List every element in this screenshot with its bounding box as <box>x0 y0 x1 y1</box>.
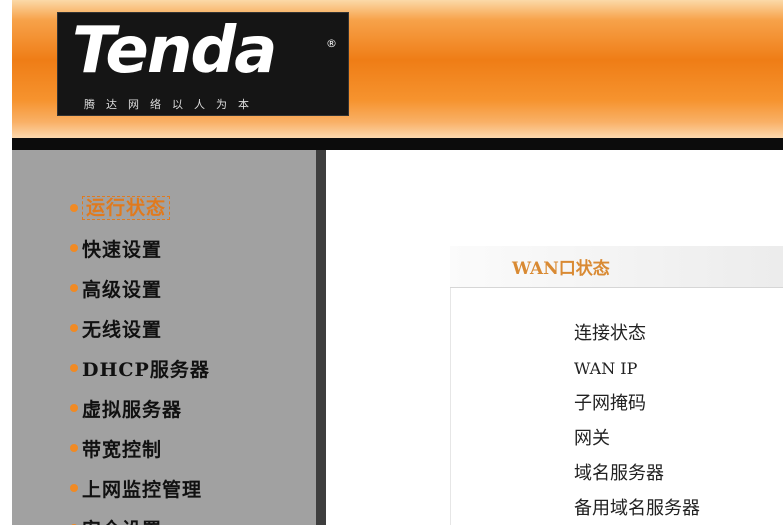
bullet-icon <box>70 364 78 372</box>
sidebar-item-advanced[interactable]: 高级设置 <box>70 268 210 308</box>
bullet-icon <box>70 324 78 332</box>
sidebar-item-security[interactable]: 安全设置 <box>70 508 210 525</box>
sidebar-item-label: 虚拟服务器 <box>82 398 183 421</box>
bullet-icon <box>70 244 78 252</box>
sidebar-item-label: 快速设置 <box>82 238 163 261</box>
sidebar-item-quick-setup[interactable]: 快速设置 <box>70 228 210 268</box>
sidebar-item-label: 上网监控管理 <box>82 478 203 501</box>
sidebar-item-label: 无线设置 <box>82 318 163 341</box>
field-backup-dns: 备用域名服务器 <box>574 498 700 519</box>
logo-slogan: 腾达网络以人为本 <box>84 98 260 111</box>
sidebar-item-label: DHCP服务器 <box>82 358 210 381</box>
panel-title: WAN口状态 <box>512 259 610 279</box>
bullet-icon <box>70 404 78 412</box>
bullet-icon <box>70 284 78 292</box>
tenda-logo: Tenda ® 腾达网络以人为本 <box>57 12 349 116</box>
sidebar-item-wireless[interactable]: 无线设置 <box>70 308 210 348</box>
logo-wordmark: Tenda <box>72 14 277 88</box>
field-connection-status: 连接状态 <box>574 323 646 344</box>
header-banner: Tenda ® 腾达网络以人为本 <box>12 0 783 138</box>
wan-field-list: 连接状态 WAN IP 子网掩码 网关 域名服务器 备用域名服务器 <box>574 316 700 525</box>
field-dns-server: 域名服务器 <box>574 463 664 484</box>
sidebar-item-label: 带宽控制 <box>82 438 163 461</box>
sidebar-item-monitoring[interactable]: 上网监控管理 <box>70 468 210 508</box>
sidebar-item-label: 安全设置 <box>82 515 162 525</box>
field-subnet-mask: 子网掩码 <box>574 393 646 414</box>
sidebar-item-virtual-server[interactable]: 虚拟服务器 <box>70 388 210 428</box>
sidebar-item-dhcp[interactable]: DHCP服务器 <box>70 348 210 388</box>
bullet-icon <box>70 444 78 452</box>
field-gateway: 网关 <box>574 428 610 449</box>
header-divider <box>12 138 783 150</box>
bullet-icon <box>70 484 78 492</box>
sidebar-item-bandwidth[interactable]: 带宽控制 <box>70 428 210 468</box>
sidebar-item-label: 运行状态 <box>82 196 171 220</box>
sidebar-item-status[interactable]: 运行状态 <box>70 188 210 228</box>
sidebar-item-label: 高级设置 <box>82 278 163 301</box>
field-wan-ip: WAN IP <box>574 359 638 378</box>
sidebar-separator <box>316 150 326 525</box>
sidebar-menu: 运行状态 快速设置 高级设置 无线设置 DHCP服务器 虚拟服务器 带宽控制 上… <box>70 188 210 525</box>
registered-mark: ® <box>326 37 337 50</box>
bullet-icon <box>70 204 78 212</box>
wan-status-header <box>450 246 783 288</box>
